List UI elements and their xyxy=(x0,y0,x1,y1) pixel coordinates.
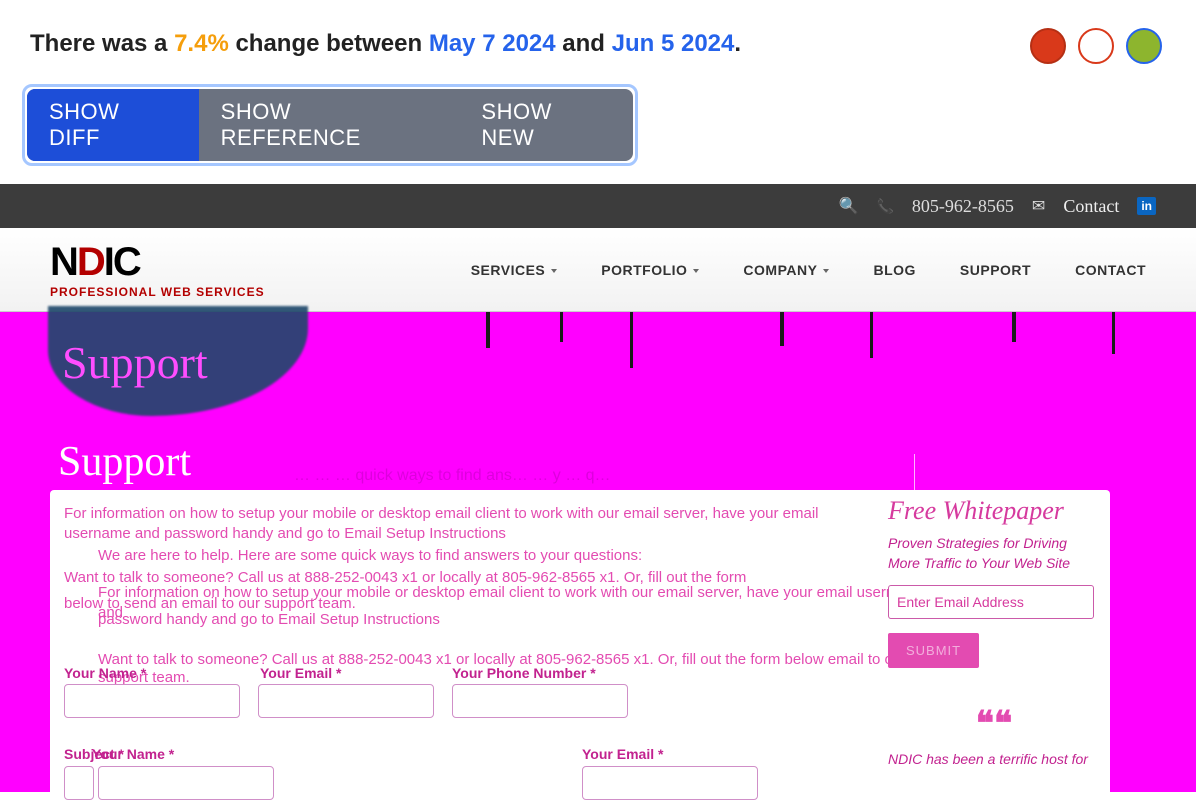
menu-blog[interactable]: BLOG xyxy=(873,262,915,278)
indicator-white[interactable] xyxy=(1078,28,1114,64)
change-summary: There was a 7.4% change between May 7 20… xyxy=(30,30,1166,58)
menu-services[interactable]: SERVICES xyxy=(471,262,558,278)
topbar-phone: 805-962-8565 xyxy=(912,196,1014,217)
whitepaper-submit-button[interactable]: SUBMIT xyxy=(888,633,979,668)
label-phone: Your Phone Number * xyxy=(452,665,596,681)
color-indicators xyxy=(1030,28,1162,64)
tab-show-diff[interactable]: SHOW DIFF xyxy=(27,89,199,161)
indicator-red[interactable] xyxy=(1030,28,1066,64)
date-from: May 7 2024 xyxy=(429,30,556,57)
content-card: For information on how to setup your mob… xyxy=(50,490,1110,810)
intro-paragraph-2: We are here to help. Here are some quick… xyxy=(98,546,738,566)
vertical-divider xyxy=(914,454,915,494)
input-email-dup[interactable] xyxy=(582,766,758,800)
label-email-dup: Your Email * xyxy=(582,746,663,762)
phone-icon: 📞 xyxy=(876,198,893,215)
menu-contact[interactable]: CONTACT xyxy=(1075,262,1146,278)
site-logo[interactable]: NDIC PROFESSIONAL WEB SERVICES xyxy=(50,240,265,299)
hero-subtext-ghost: … … … quick ways to find ans… … y … q… xyxy=(294,467,611,485)
quote-icon: ❝❝ xyxy=(888,704,1100,744)
testimonial-quote: NDIC has been a terrific host for xyxy=(888,750,1100,769)
input-name[interactable] xyxy=(64,684,240,718)
label-name: Your Name * xyxy=(64,665,146,681)
intro-paragraph-1: For information on how to setup your mob… xyxy=(64,504,824,545)
hero-title: Support xyxy=(58,438,191,486)
input-phone[interactable] xyxy=(452,684,628,718)
diff-viewer: 🔍 📞 805-962-8565 ✉ Contact in NDIC PROFE… xyxy=(0,184,1196,804)
tab-show-new[interactable]: SHOW NEW xyxy=(459,89,633,161)
intro-paragraph-4: password handy and go to Email Setup Ins… xyxy=(98,610,498,630)
whitepaper-email-input[interactable] xyxy=(888,585,1094,619)
whitepaper-sub: Proven Strategies for Driving More Traff… xyxy=(888,534,1100,573)
change-percent: 7.4% xyxy=(174,30,229,57)
input-email[interactable] xyxy=(258,684,434,718)
menu-portfolio[interactable]: PORTFOLIO xyxy=(601,262,699,278)
main-menu: SERVICES PORTFOLIO COMPANY BLOG SUPPORT … xyxy=(471,262,1146,278)
diff-region: Support Support … … … quick ways to find… xyxy=(0,312,1196,792)
sidebar-whitepaper: Free Whitepaper Proven Strategies for Dr… xyxy=(888,490,1100,769)
indicator-green[interactable] xyxy=(1126,28,1162,64)
linkedin-icon[interactable]: in xyxy=(1137,197,1156,215)
search-icon[interactable]: 🔍 xyxy=(839,196,859,216)
date-to: Jun 5 2024 xyxy=(612,30,735,57)
tab-show-reference[interactable]: SHOW REFERENCE xyxy=(199,89,460,161)
topbar-contact-link[interactable]: Contact xyxy=(1063,196,1119,217)
mail-icon[interactable]: ✉ xyxy=(1032,196,1045,216)
hero-title-ghost: Support xyxy=(62,336,208,389)
menu-company[interactable]: COMPANY xyxy=(743,262,829,278)
label-email: Your Email * xyxy=(260,665,341,681)
view-tabs: SHOW DIFF SHOW REFERENCE SHOW NEW xyxy=(27,89,633,161)
label-name-dup: Your Name * xyxy=(92,746,174,762)
input-name-dup[interactable] xyxy=(98,766,274,800)
menu-support[interactable]: SUPPORT xyxy=(960,262,1031,278)
input-subject[interactable] xyxy=(64,766,94,800)
whitepaper-title: Free Whitepaper xyxy=(888,496,1100,526)
site-topbar: 🔍 📞 805-962-8565 ✉ Contact in xyxy=(0,184,1196,228)
site-navbar: NDIC PROFESSIONAL WEB SERVICES SERVICES … xyxy=(0,228,1196,312)
